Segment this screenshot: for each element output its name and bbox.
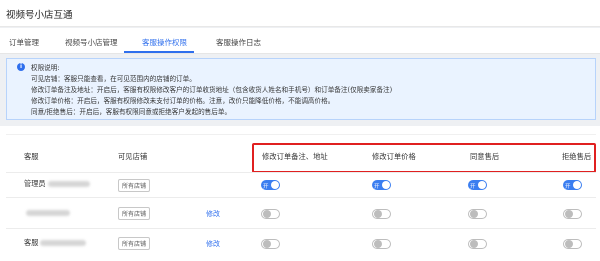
notice-line: 同意/拒绝售后：开启后，客服有权限同意或拒绝客户发起的售后单。	[31, 108, 232, 116]
shop-tag: 所有店铺	[118, 207, 151, 220]
toggle-agree-aftersale[interactable]	[468, 239, 487, 249]
shop-tag: 所有店铺	[118, 179, 151, 192]
edit-shops-link[interactable]: 修改	[206, 239, 220, 249]
tab-service-log[interactable]: 客服操作日志	[216, 37, 261, 48]
notice-line: 修改订单价格：开启后，客服有权限修改未支付订单的价格。注意，改价只能降低价格，不…	[31, 97, 335, 105]
tab-order-management[interactable]: 订单管理	[9, 37, 39, 48]
toggle-edit-price[interactable]	[372, 239, 391, 249]
service-name	[24, 208, 70, 217]
toggle-reject-aftersale[interactable]	[563, 239, 582, 249]
blurred-account	[40, 240, 87, 246]
service-name: 客服	[24, 238, 87, 248]
page-title: 视频号小店互通	[0, 0, 600, 27]
highlight-box	[252, 143, 596, 173]
toggle-edit-price[interactable]: 开	[372, 180, 391, 190]
col-header-service: 客服	[24, 152, 39, 161]
toggle-reject-aftersale[interactable]: 开	[563, 180, 582, 190]
permission-notice: i 权限说明: 可见店铺：客服只能查看，在可见范围内的店铺的订单。 修改订单备注…	[6, 58, 596, 120]
col-header-visible-shops: 可见店铺	[118, 152, 148, 161]
toggle-edit-remark-address[interactable]: 开	[261, 180, 280, 190]
toggle-edit-remark-address[interactable]	[261, 239, 280, 249]
active-tab-indicator	[124, 51, 194, 53]
shop-tag: 所有店铺	[118, 237, 151, 250]
toggle-edit-remark-address[interactable]	[261, 209, 280, 219]
notice-heading: 权限说明:	[31, 64, 60, 72]
blurred-account	[47, 181, 90, 187]
tab-shop-management[interactable]: 视频号小店管理	[65, 37, 118, 48]
toggle-agree-aftersale[interactable]: 开	[468, 180, 487, 190]
notice-line: 修改订单备注及地址：开启后，客服有权限修改客户的订单收货地址（包含收货人姓名和手…	[31, 86, 393, 94]
tab-service-permissions[interactable]: 客服操作权限	[142, 37, 187, 48]
tab-bar: 订单管理 视频号小店管理 客服操作权限 客服操作日志	[0, 28, 600, 54]
toggle-agree-aftersale[interactable]	[468, 209, 487, 219]
blurred-account	[26, 210, 70, 216]
toggle-edit-price[interactable]	[372, 209, 391, 219]
service-name: 管理员	[24, 179, 90, 189]
info-icon: i	[17, 63, 25, 71]
toggle-reject-aftersale[interactable]	[563, 209, 582, 219]
notice-line: 可见店铺：客服只能查看，在可见范围内的店铺的订单。	[31, 75, 196, 83]
edit-shops-link[interactable]: 修改	[206, 209, 220, 219]
